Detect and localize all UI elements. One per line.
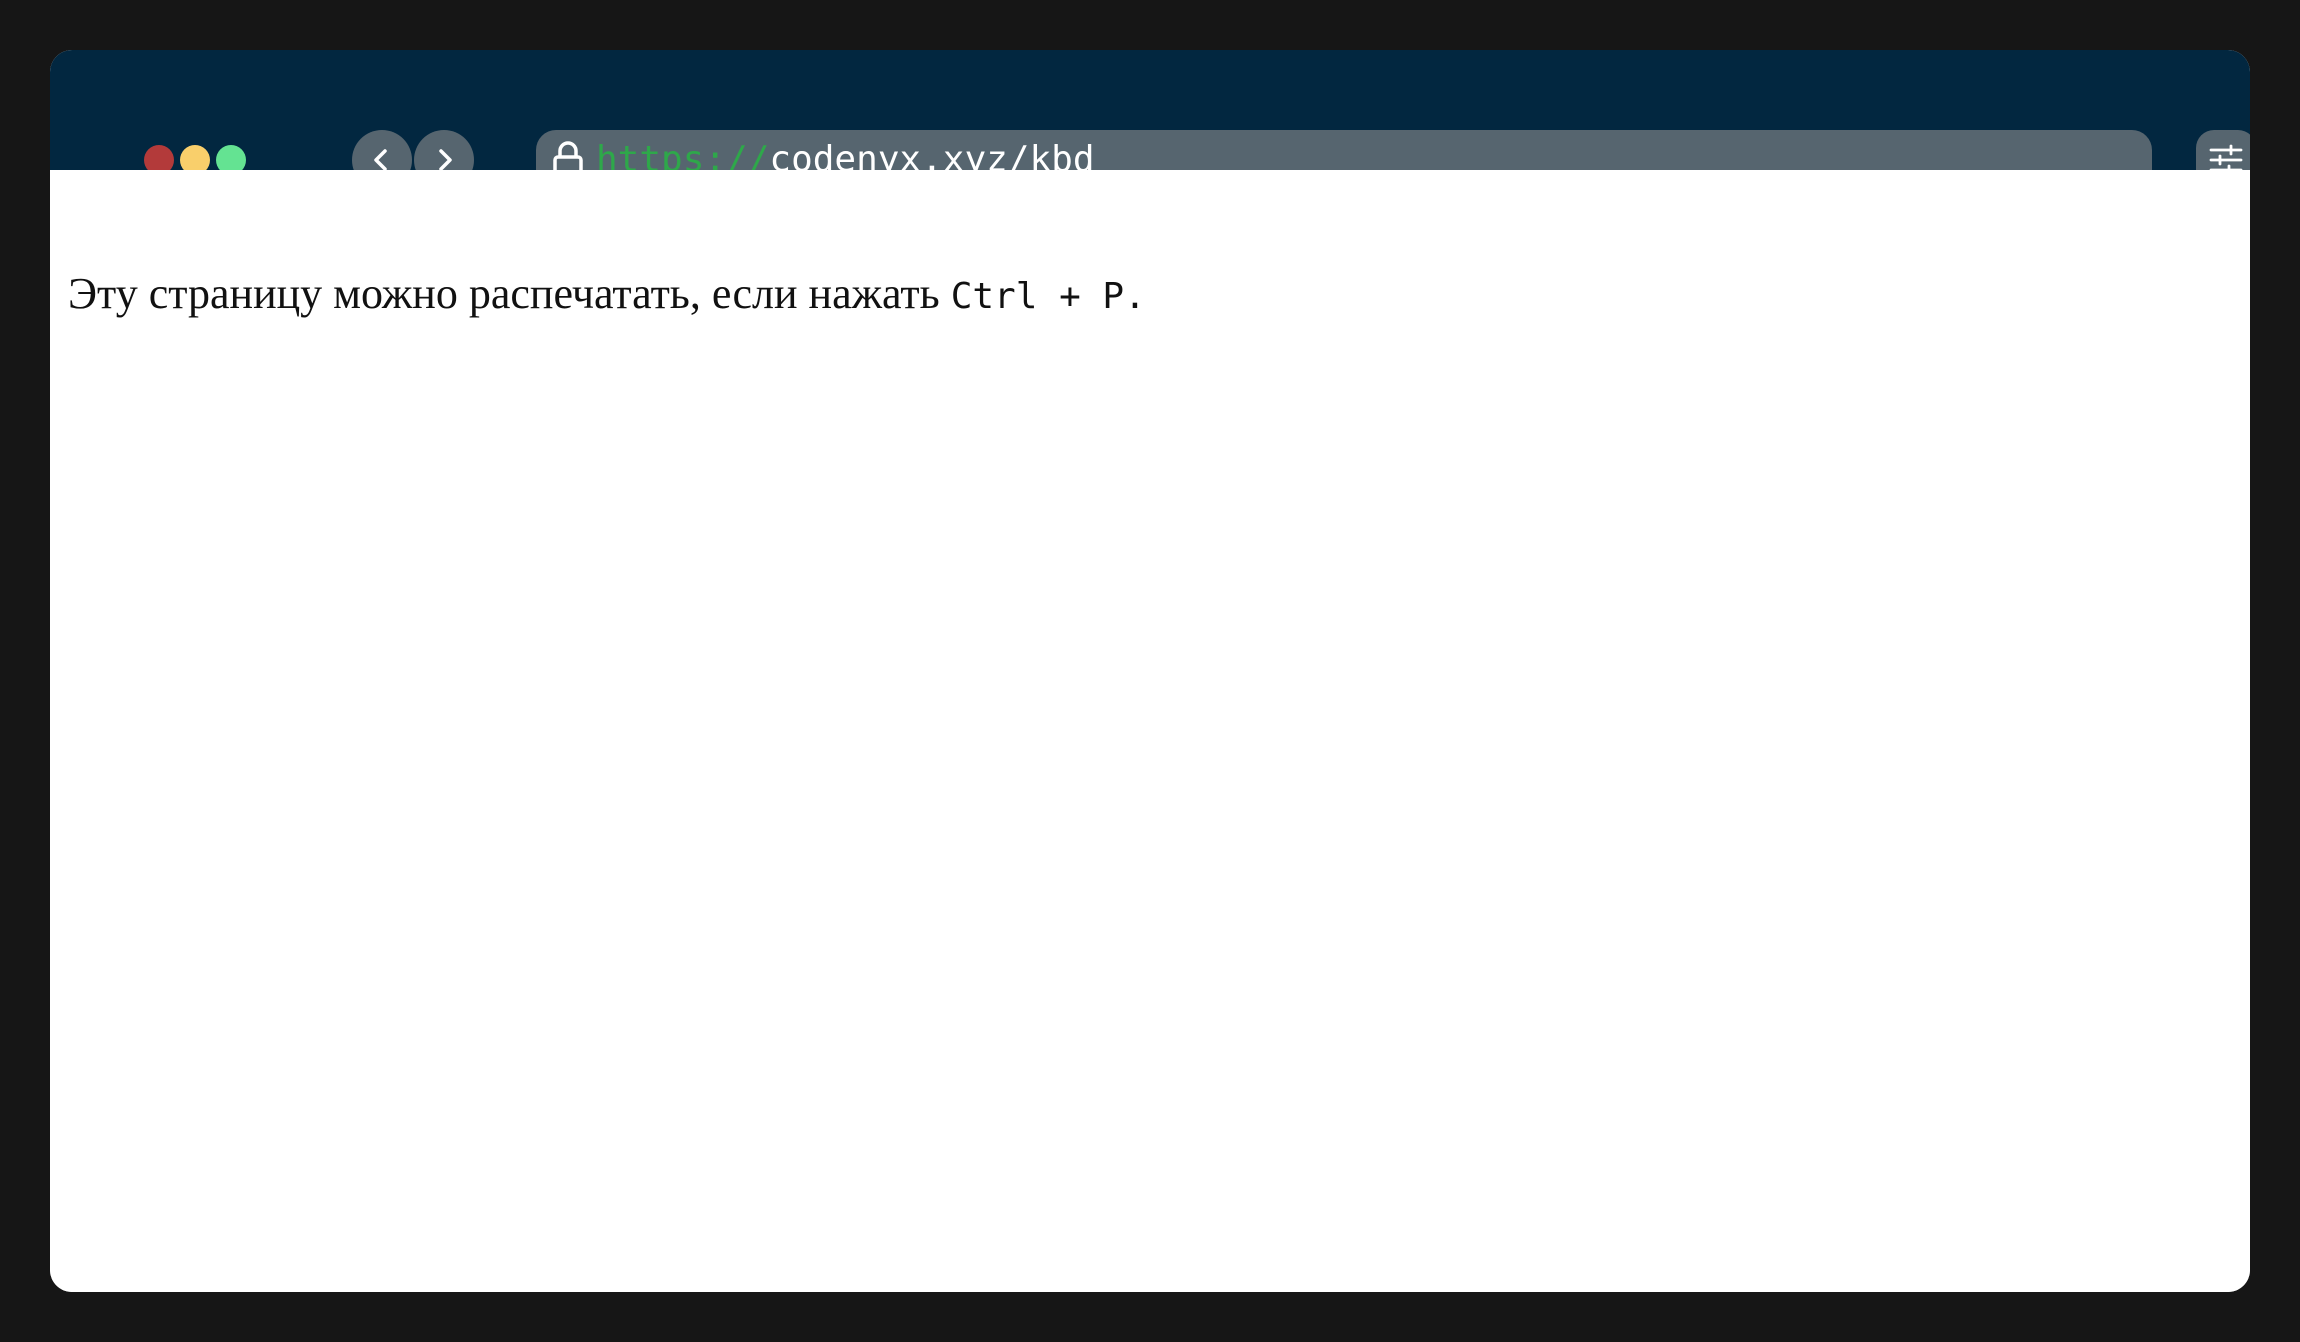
kbd-separator: + bbox=[1037, 276, 1103, 317]
kbd-ctrl: Ctrl bbox=[950, 276, 1038, 317]
browser-titlebar: https://codenyx.xyz/kbd bbox=[50, 50, 2250, 190]
paragraph-end: . bbox=[1124, 276, 1146, 317]
browser-window: https://codenyx.xyz/kbd Эту страницу мож… bbox=[50, 50, 2250, 1292]
paragraph-text: Эту страницу можно распечатать, если наж… bbox=[68, 269, 951, 318]
kbd-p: P bbox=[1102, 276, 1125, 317]
page-content: Эту страницу можно распечатать, если наж… bbox=[50, 170, 2250, 1292]
page-paragraph: Эту страницу можно распечатать, если наж… bbox=[68, 268, 1146, 319]
